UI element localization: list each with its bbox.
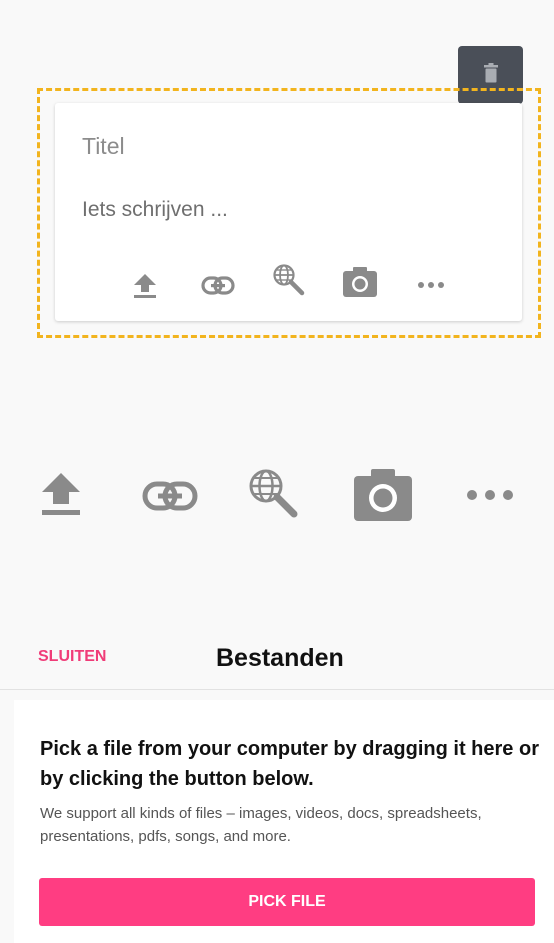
more-icon[interactable] bbox=[417, 281, 445, 289]
note-card: Titel Iets schrijven ... bbox=[55, 103, 522, 321]
panel-title: Bestanden bbox=[216, 644, 344, 672]
close-button[interactable]: SLUITEN bbox=[38, 648, 106, 666]
trash-icon bbox=[483, 62, 498, 88]
globe-search-icon[interactable] bbox=[272, 263, 306, 297]
upload-icon[interactable] bbox=[40, 471, 82, 517]
body-field[interactable]: Iets schrijven ... bbox=[82, 198, 228, 222]
camera-icon[interactable] bbox=[343, 267, 377, 297]
picker-heading: Pick a file from your computer by draggi… bbox=[40, 738, 539, 790]
link-icon[interactable] bbox=[142, 480, 198, 512]
file-picker-panel: Pick a file from your computer by draggi… bbox=[14, 700, 554, 943]
camera-icon[interactable] bbox=[354, 469, 412, 521]
more-icon[interactable] bbox=[466, 489, 514, 501]
upload-icon[interactable] bbox=[130, 270, 160, 300]
globe-search-icon[interactable] bbox=[248, 468, 300, 520]
picker-description: We support all kinds of files – images, … bbox=[40, 805, 482, 845]
divider bbox=[0, 689, 554, 690]
pick-file-button[interactable]: PICK FILE bbox=[39, 878, 535, 926]
title-field[interactable]: Titel bbox=[82, 133, 125, 160]
link-icon[interactable] bbox=[201, 275, 235, 297]
